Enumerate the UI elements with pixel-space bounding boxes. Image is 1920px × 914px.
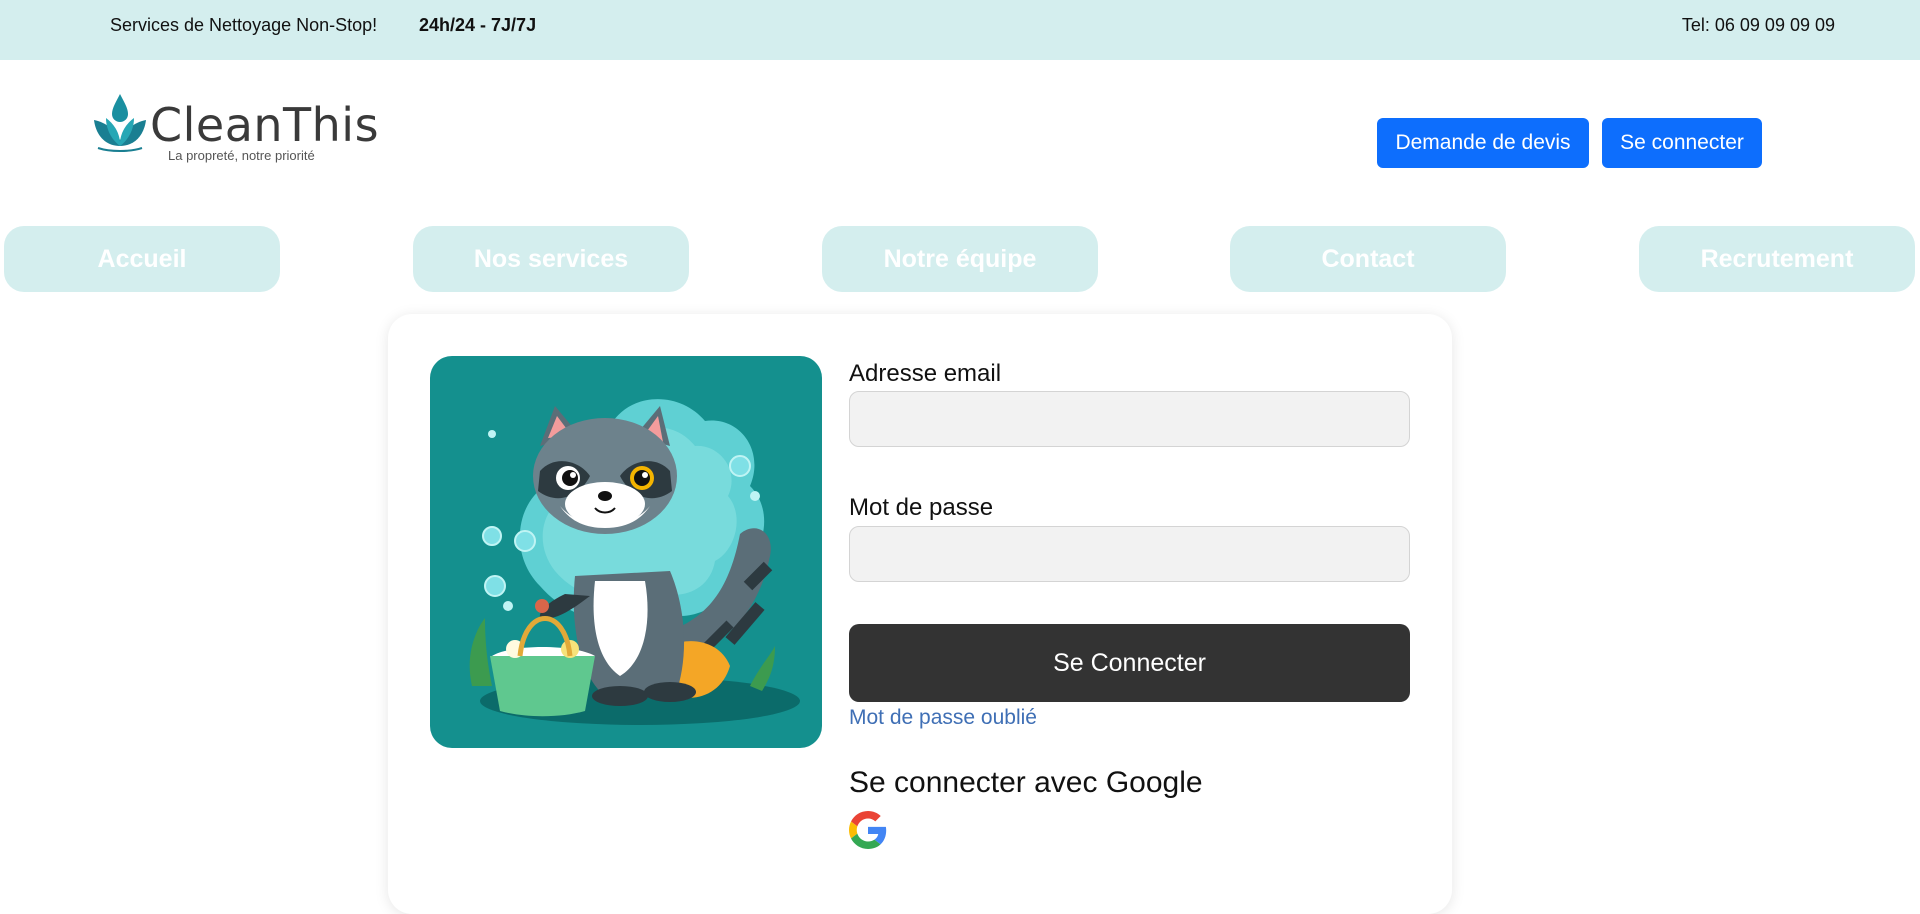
quote-request-button[interactable]: Demande de devis: [1377, 118, 1589, 168]
raccoon-cleaning-illustration: [430, 356, 822, 748]
email-label: Adresse email: [849, 360, 1002, 387]
email-field[interactable]: [849, 391, 1410, 447]
topbar-tagline: Services de Nettoyage Non-Stop!: [110, 15, 378, 35]
nav-item-recrutement[interactable]: Recrutement: [1639, 226, 1915, 292]
topbar-hours: 24h/24 - 7J/7J: [419, 15, 537, 35]
topbar-phone: Tel: 06 09 09 09 09: [1681, 15, 1835, 35]
logo-name: CleanThis: [150, 98, 380, 152]
nav-item-equipe[interactable]: Notre équipe: [822, 226, 1098, 292]
google-g-icon[interactable]: [849, 811, 887, 849]
nav-item-services[interactable]: Nos services: [413, 226, 689, 292]
site-logo[interactable]: CleanThis La propreté, notre priorité: [92, 90, 379, 170]
password-label: Mot de passe: [849, 494, 994, 521]
nav-item-contact[interactable]: Contact: [1230, 226, 1506, 292]
login-button[interactable]: Se connecter: [1602, 118, 1762, 168]
water-drop-leaf-icon: [94, 94, 146, 152]
password-field[interactable]: [849, 526, 1410, 582]
nav-item-accueil[interactable]: Accueil: [4, 226, 280, 292]
google-login-title: Se connecter avec Google: [849, 766, 1203, 799]
forgot-password-link[interactable]: Mot de passe oublié: [849, 706, 1037, 730]
top-info-bar: Services de Nettoyage Non-Stop! 24h/24 -…: [0, 0, 1920, 60]
submit-login-button[interactable]: Se Connecter: [849, 624, 1410, 702]
logo-slogan: La propreté, notre priorité: [168, 148, 315, 163]
